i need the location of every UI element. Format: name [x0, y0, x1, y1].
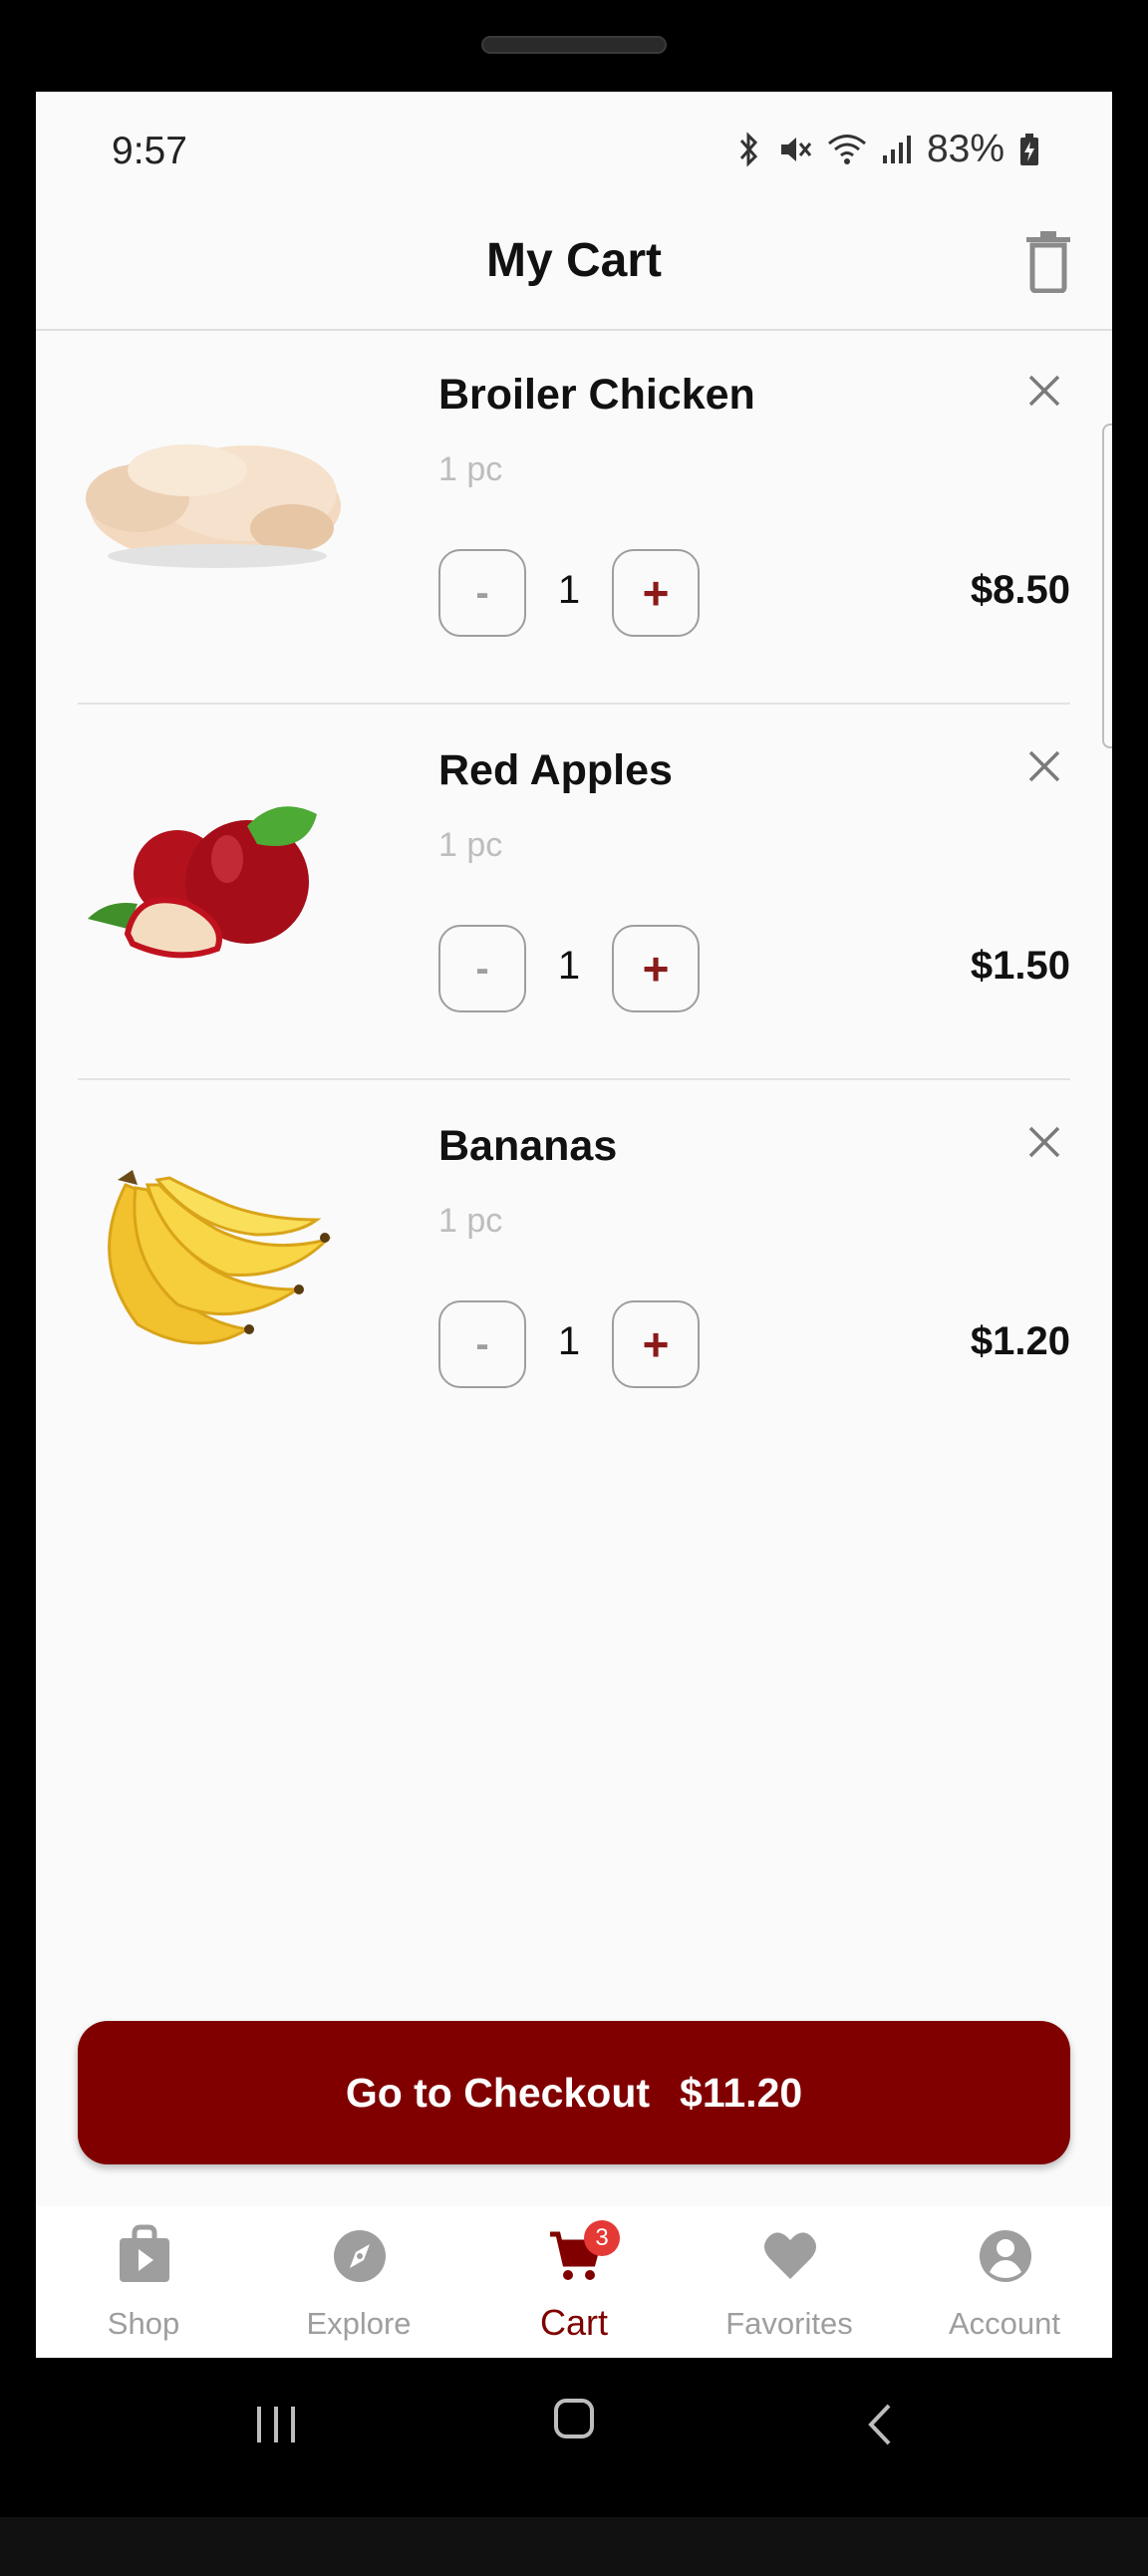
heart-icon [764, 2232, 816, 2279]
bananas-image [108, 1170, 332, 1345]
item-unit: 1 pc [438, 1202, 503, 1240]
compass-icon [334, 2230, 386, 2282]
item-name: Red Apples [438, 746, 673, 794]
shop-bag-icon [120, 2224, 169, 2282]
clear-cart-trash-icon[interactable] [1024, 229, 1072, 293]
remove-item-close-icon[interactable] [1026, 373, 1062, 409]
nav-item-account[interactable]: Account [897, 2206, 1112, 2358]
remove-item-close-icon[interactable] [1026, 748, 1062, 784]
battery-percent: 83% [926, 128, 1004, 170]
checkout-total: $11.20 [680, 2069, 803, 2116]
nav-item-cart[interactable]: 3 Cart [466, 2206, 682, 2358]
scroll-indicator[interactable] [1102, 424, 1112, 748]
item-price: $1.20 [970, 1319, 1070, 1363]
checkout-button[interactable]: Go to Checkout $11.20 [78, 2021, 1070, 2164]
broiler-chicken-image [86, 444, 341, 568]
red-apples-image [88, 806, 317, 959]
item-name: Broiler Chicken [438, 371, 755, 419]
increase-quantity-button[interactable]: + [612, 1300, 700, 1388]
quantity-value: 1 [557, 944, 581, 988]
nav-label: Explore [306, 2306, 412, 2341]
remove-item-close-icon[interactable] [1026, 1124, 1062, 1160]
status-icons: 83% [735, 128, 1040, 171]
cart-item: Broiler Chicken 1 pc - 1 + $8.50 [78, 329, 1070, 705]
nav-label: Account [948, 2306, 1060, 2341]
app-header: My Cart [36, 211, 1112, 331]
home-button-icon[interactable] [554, 2399, 594, 2438]
back-icon[interactable] [863, 2402, 895, 2447]
wifi-icon [827, 135, 866, 164]
status-bar: 9:57 83% [36, 92, 1112, 211]
nav-item-shop[interactable]: Shop [36, 2206, 251, 2358]
item-price: $1.50 [970, 944, 1070, 988]
account-icon [980, 2230, 1031, 2282]
item-price: $8.50 [970, 568, 1070, 612]
item-unit: 1 pc [438, 826, 503, 864]
item-unit: 1 pc [438, 450, 503, 488]
decrease-quantity-button[interactable]: - [438, 549, 526, 637]
checkout-label: Go to Checkout [345, 2069, 651, 2116]
item-name: Bananas [438, 1122, 618, 1170]
system-navigation-bar [0, 2358, 1148, 2517]
nav-label: Favorites [725, 2306, 853, 2341]
cart-item: Bananas 1 pc - 1 + $1.20 [78, 1080, 1070, 1456]
app-screen: 9:57 83% My Cart Broiler Chicken 1 pc - … [36, 92, 1112, 2358]
decrease-quantity-button[interactable]: - [438, 925, 526, 1012]
increase-quantity-button[interactable]: + [612, 925, 700, 1012]
quantity-value: 1 [557, 568, 581, 612]
nav-label: Shop [107, 2306, 180, 2341]
recent-apps-icon[interactable] [253, 2403, 299, 2446]
decrease-quantity-button[interactable]: - [438, 1300, 526, 1388]
increase-quantity-button[interactable]: + [612, 549, 700, 637]
cart-count-badge: 3 [584, 2220, 620, 2256]
mute-icon [780, 138, 812, 161]
signal-icon [882, 136, 911, 163]
battery-charging-icon [1020, 134, 1038, 165]
page-title: My Cart [485, 234, 663, 287]
nav-item-favorites[interactable]: Favorites [682, 2206, 897, 2358]
earpiece-grill [481, 36, 667, 54]
cart-item: Red Apples 1 pc - 1 + $1.50 [78, 705, 1070, 1080]
nav-item-explore[interactable]: Explore [251, 2206, 466, 2358]
device-bottom-bezel [0, 2517, 1148, 2576]
nav-label: Cart [539, 2302, 608, 2343]
bluetooth-icon [739, 132, 757, 167]
quantity-value: 1 [557, 1319, 581, 1363]
status-time: 9:57 [112, 130, 187, 172]
bottom-navigation: Shop Explore 3 Cart Favorites Account [36, 2206, 1112, 2358]
